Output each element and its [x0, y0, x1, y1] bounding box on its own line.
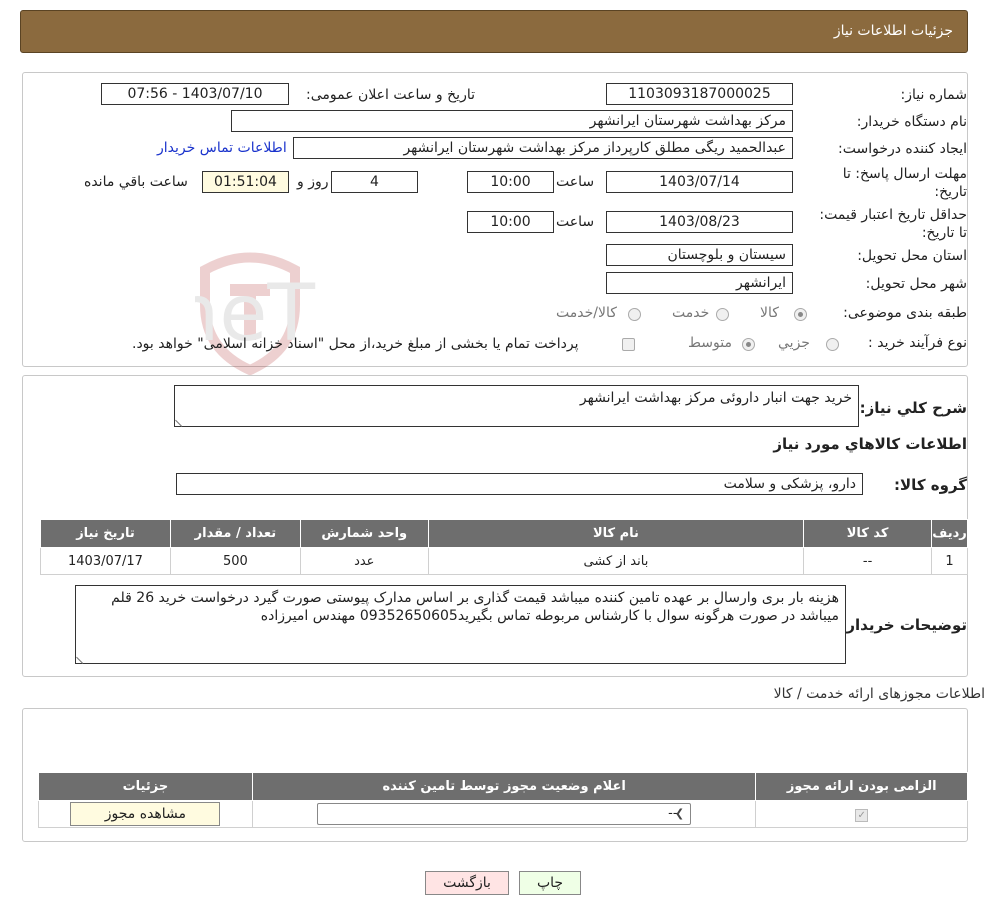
need-number-label: شماره نیاز: — [900, 87, 968, 103]
print-button[interactable]: چاپ — [519, 871, 581, 895]
summary-label: شرح کلي نياز: — [859, 399, 967, 417]
col-date: تاریخ نیاز — [40, 519, 171, 548]
announce-label: تاریخ و ساعت اعلان عمومی: — [306, 87, 475, 103]
goods-table: رديف کد کالا نام کالا واحد شمارش تعداد /… — [40, 519, 968, 575]
resize-handle-icon[interactable] — [175, 414, 188, 427]
creator-field: عبدالحمید ریگی مطلق کارپرداز مرکز بهداشت… — [293, 137, 793, 159]
col-license-details: جزئیات — [38, 772, 253, 801]
province-label: استان محل تحویل: — [857, 248, 967, 264]
price-validity-time-label: ساعت — [556, 214, 595, 230]
col-unit: واحد شمارش — [299, 519, 429, 548]
price-validity-date-field: 1403/08/23 — [606, 211, 793, 233]
license-required-checkbox: ✓ — [855, 808, 869, 822]
license-status-select[interactable]: -- ❯ — [317, 803, 692, 825]
buyer-contact-link[interactable]: اطلاعات تماس خریدار — [157, 140, 287, 156]
goods-table-header: رديف کد کالا نام کالا واحد شمارش تعداد /… — [40, 519, 968, 548]
table-row: ✓ -- ❯ مشاهده مجوز — [38, 800, 968, 828]
cell-name: باند از کشی — [427, 547, 805, 575]
goods-heading: اطلاعات کالاهاي مورد نياز — [773, 435, 967, 453]
process-minor-label: جزیي — [778, 335, 810, 351]
cell-date: 1403/07/17 — [40, 547, 171, 575]
summary-text: خرید جهت انبار داروئی مرکز بهداشت ایرانش… — [579, 390, 852, 406]
resize-handle-icon[interactable] — [76, 651, 89, 664]
category-service-label: خدمت — [672, 305, 710, 321]
category-radio-goods[interactable] — [794, 308, 807, 321]
remaining-time-field: 01:51:04 — [202, 171, 289, 193]
license-status-cell: -- ❯ — [251, 800, 757, 828]
license-required-cell: ✓ — [755, 800, 968, 828]
process-label: نوع فرآیند خرید : — [868, 335, 967, 351]
goods-group-field: دارو، پزشکی و سلامت — [176, 473, 863, 495]
announce-field: 1403/07/10 - 07:56 — [101, 83, 289, 105]
category-radio-both[interactable] — [628, 308, 641, 321]
process-medium-label: متوسط — [688, 335, 732, 351]
goods-group-label: گروه کالا: — [894, 476, 967, 494]
category-label: طبقه بندی موضوعی: — [843, 305, 967, 321]
view-license-button[interactable]: مشاهده مجوز — [70, 802, 221, 826]
col-license-required: الزامی بودن ارائه مجوز — [755, 772, 968, 801]
buyer-org-field: مرکز بهداشت شهرستان ایرانشهر — [231, 110, 793, 132]
reply-deadline-label: مهلت ارسال پاسخ: تا تاریخ: — [842, 166, 967, 200]
cell-row: 1 — [931, 547, 968, 575]
back-button[interactable]: بازگشت — [425, 871, 509, 895]
buyer-notes-label: توضيحات خريدار: — [840, 616, 967, 634]
city-label: شهر محل تحویل: — [865, 276, 967, 292]
city-field: ایرانشهر — [606, 272, 793, 294]
process-note-checkbox[interactable] — [622, 338, 635, 351]
price-validity-label: حداقل تاریخ اعتبار قیمت: تا تاریخ: — [819, 207, 967, 241]
process-radio-minor[interactable] — [826, 338, 839, 351]
days-field: 4 — [331, 171, 418, 193]
col-name: نام کالا — [427, 519, 805, 548]
reply-time-field: 10:00 — [467, 171, 554, 193]
province-field: سیستان و بلوچستان — [606, 244, 793, 266]
licenses-heading: اطلاعات مجوزهای ارائه خدمت / کالا — [773, 686, 985, 702]
category-goods-label: کالا — [760, 305, 779, 321]
process-radio-medium[interactable] — [742, 338, 755, 351]
cell-qty: 500 — [169, 547, 301, 575]
need-number-field: 1103093187000025 — [606, 83, 793, 105]
buyer-org-label: نام دستگاه خریدار: — [856, 114, 967, 130]
category-radio-service[interactable] — [716, 308, 729, 321]
cell-unit: عدد — [299, 547, 429, 575]
remaining-label: ساعت باقي مانده — [84, 174, 188, 190]
buyer-notes-text: هزینه بار بری وارسال بر عهده تامین کننده… — [111, 590, 839, 624]
creator-label: ایجاد کننده درخواست: — [838, 141, 967, 157]
col-qty: تعداد / مقدار — [169, 519, 301, 548]
reply-time-label: ساعت — [556, 174, 595, 190]
page-title: جزئیات اطلاعات نیاز — [833, 23, 953, 39]
license-details-cell: مشاهده مجوز — [38, 800, 253, 828]
licenses-table: الزامی بودن ارائه مجوز اعلام وضعیت مجوز … — [38, 772, 968, 828]
cell-code: -- — [803, 547, 933, 575]
category-both-label: کالا/خدمت — [556, 305, 617, 321]
price-validity-time-field: 10:00 — [467, 211, 554, 233]
col-code: کد کالا — [803, 519, 933, 548]
col-row: رديف — [931, 519, 968, 548]
licenses-table-header: الزامی بودن ارائه مجوز اعلام وضعیت مجوز … — [38, 772, 968, 801]
buyer-notes-field: هزینه بار بری وارسال بر عهده تامین کننده… — [75, 585, 846, 664]
chevron-down-icon: ❯ — [674, 807, 685, 820]
process-note: پرداخت تمام یا بخشی از مبلغ خرید،از محل … — [132, 336, 579, 352]
summary-field: خرید جهت انبار داروئی مرکز بهداشت ایرانش… — [174, 385, 859, 427]
table-row: 1 -- باند از کشی عدد 500 1403/07/17 — [40, 547, 968, 575]
page-header: جزئیات اطلاعات نیاز — [20, 10, 968, 53]
col-license-status: اعلام وضعیت مجوز توسط تامین کننده — [251, 772, 757, 801]
reply-date-field: 1403/07/14 — [606, 171, 793, 193]
days-label: روز و — [297, 174, 329, 190]
